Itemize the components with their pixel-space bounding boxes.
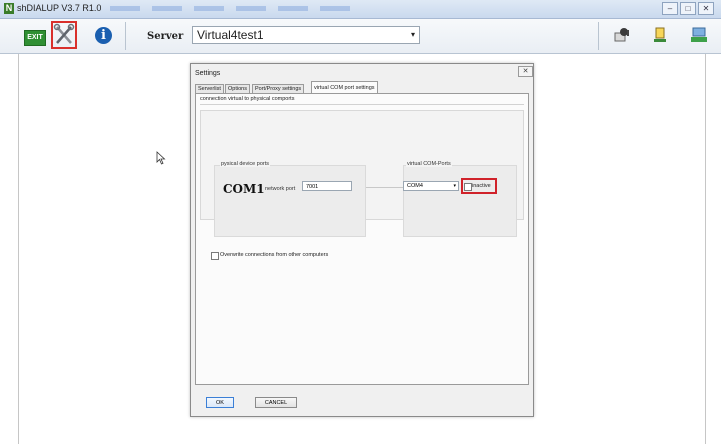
mouse-cursor-icon (156, 151, 166, 170)
dialog-title: Settings (195, 70, 221, 77)
server-select[interactable]: Virtual4test1 ▾ (192, 26, 420, 44)
network-icon (691, 27, 707, 42)
virtual-ports-label: virtual COM-Ports (406, 161, 452, 167)
server-label: Server (147, 31, 184, 42)
minimize-button[interactable]: – (662, 2, 678, 15)
network-port-input[interactable]: 7001 (302, 181, 352, 191)
logout-button[interactable] (652, 27, 668, 43)
network-port-label: network port (265, 186, 296, 192)
user-card-button[interactable] (614, 27, 632, 43)
exit-button[interactable]: EXIT (24, 30, 46, 46)
overwrite-checkbox[interactable] (211, 252, 219, 260)
title-bar (0, 0, 721, 19)
com1-label: COM1 (223, 182, 265, 196)
dialog-close-button[interactable]: ✕ (518, 66, 533, 77)
tab-panel: connection virtual to physical comports … (195, 93, 529, 385)
toolbar-separator (125, 22, 126, 50)
cancel-button[interactable]: CANCEL (255, 397, 297, 408)
window-title: shDIALUP V3.7 R1.0 (17, 3, 102, 13)
physical-ports-label: pysical device ports (220, 161, 270, 167)
overwrite-label[interactable]: Overwrite connections from other compute… (220, 252, 328, 258)
settings-dialog: Settings ✕ Serverlist Options Port/Proxy… (190, 63, 534, 417)
toolbar-separator (598, 22, 599, 50)
menu-bar[interactable] (110, 6, 360, 11)
divider (200, 104, 524, 105)
panel-heading: connection virtual to physical comports (200, 96, 295, 102)
network-button[interactable] (690, 27, 708, 43)
inactive-checkbox[interactable] (464, 183, 472, 191)
dropdown-icon: ▾ (410, 30, 415, 39)
tools-button[interactable] (51, 21, 77, 49)
virtual-ports-group (403, 165, 517, 237)
info-icon[interactable]: i (95, 27, 112, 44)
server-value: Virtual4test1 (197, 28, 264, 42)
logout-icon (654, 27, 666, 42)
app-logo-icon: N (4, 3, 14, 14)
ok-button[interactable]: OK (206, 397, 234, 408)
chevron-down-icon: ▾ (453, 183, 456, 189)
close-button[interactable]: ✕ (698, 2, 714, 15)
tools-icon (53, 23, 75, 44)
connection-line (366, 187, 403, 188)
virtual-com-select[interactable]: COM4 ▾ (403, 181, 459, 191)
user-card-icon (614, 28, 629, 42)
physical-ports-group (214, 165, 366, 237)
virtual-com-value: COM4 (407, 183, 423, 189)
inactive-label[interactable]: inactive (472, 183, 491, 189)
maximize-button[interactable]: □ (680, 2, 696, 15)
